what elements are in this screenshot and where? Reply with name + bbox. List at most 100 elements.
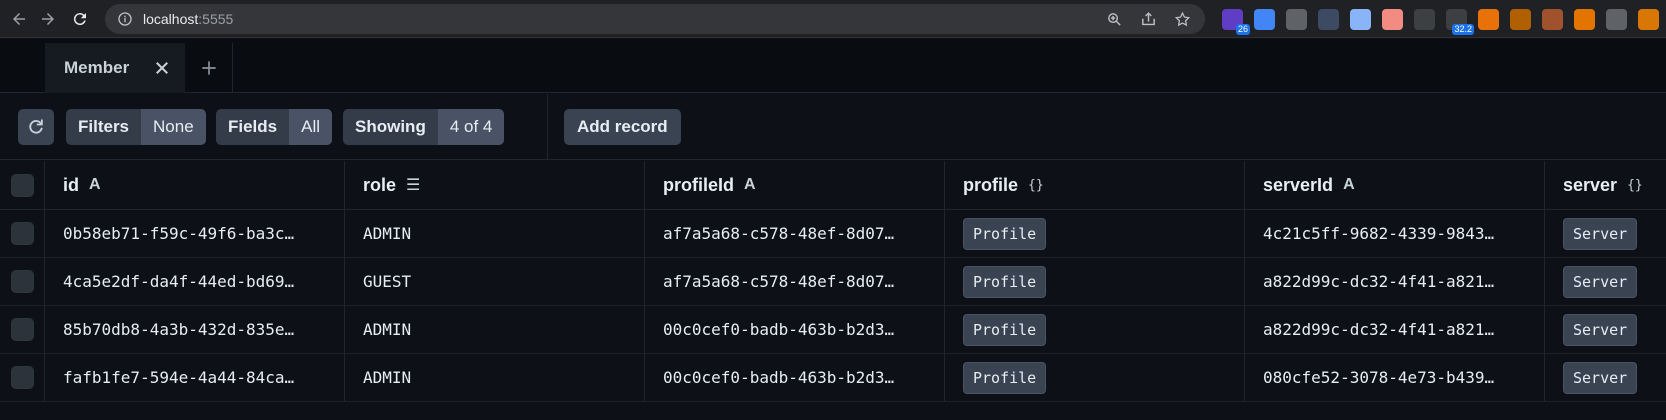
cell-value: GUEST — [363, 272, 412, 291]
showing-button[interactable]: Showing 4 of 4 — [343, 109, 505, 145]
tab-member[interactable]: Member — [45, 43, 185, 93]
cell-profile: Profile — [945, 306, 1245, 353]
column-header-profile[interactable]: profile {} — [945, 161, 1245, 209]
cell-id[interactable]: 4ca5e2df-da4f-44ed-bd69… — [45, 258, 345, 305]
select-all-checkbox[interactable] — [10, 173, 34, 197]
add-tab-button[interactable] — [185, 43, 233, 93]
column-name: id — [63, 174, 79, 195]
row-select-cell — [0, 354, 45, 401]
cell-serverid[interactable]: a822d99c-dc32-4f41-a821… — [1245, 258, 1545, 305]
select-all-cell — [0, 161, 45, 209]
server-relation-button[interactable]: Server — [1563, 265, 1638, 298]
speed-icon[interactable]: 32.2 — [1446, 9, 1474, 35]
profile-relation-button[interactable]: Profile — [963, 361, 1047, 394]
add-record-button[interactable]: Add record — [564, 109, 681, 145]
column-name: profile — [963, 174, 1019, 195]
table-row[interactable]: 4ca5e2df-da4f-44ed-bd69… GUEST af7a5a68-… — [0, 258, 1666, 306]
column-name: profileId — [663, 174, 734, 195]
url-text: localhost:5555 — [143, 11, 234, 27]
avatar-icon[interactable] — [1638, 9, 1659, 30]
server-relation-button[interactable]: Server — [1563, 313, 1638, 346]
capsule-icon[interactable] — [1382, 9, 1403, 30]
row-select-cell — [0, 258, 45, 305]
toolbar-divider — [547, 94, 548, 160]
bars-icon[interactable] — [1574, 9, 1595, 30]
cell-serverid[interactable]: a822d99c-dc32-4f41-a821… — [1245, 306, 1545, 353]
forward-arrow-icon[interactable] — [35, 6, 61, 32]
relation-type-icon: {} — [1028, 177, 1044, 193]
server-relation-button[interactable]: Server — [1563, 361, 1638, 394]
column-name: server — [1563, 174, 1618, 195]
google-translate-icon[interactable] — [1254, 9, 1275, 30]
extension-badge: 32.2 — [1452, 24, 1474, 35]
address-bar[interactable]: localhost:5555 — [105, 4, 1205, 34]
cell-serverid[interactable]: 4c21c5ff-9682-4339-9843… — [1245, 210, 1545, 257]
cell-id[interactable]: 0b58eb71-f59c-49f6-ba3c… — [45, 210, 345, 257]
cell-value: 00c0cef0-badb-463b-b2d3… — [663, 368, 895, 387]
target-icon[interactable] — [1286, 9, 1307, 30]
column-header-server[interactable]: server {} — [1545, 161, 1666, 209]
fields-value: All — [289, 109, 333, 145]
row-checkbox[interactable] — [10, 366, 34, 389]
header-row: id A role ☰ profileId A profile {} serve… — [0, 161, 1666, 210]
cell-role[interactable]: GUEST — [345, 258, 645, 305]
reload-icon[interactable] — [67, 6, 93, 32]
row-checkbox[interactable] — [10, 222, 34, 245]
refresh-button[interactable] — [18, 109, 54, 145]
cell-value: ADMIN — [363, 224, 412, 243]
row-checkbox[interactable] — [10, 318, 34, 341]
cell-profileid[interactable]: af7a5a68-c578-48ef-8d07… — [645, 210, 945, 257]
cell-value: 85b70db8-4a3b-432d-835e… — [63, 320, 295, 339]
cell-profileid[interactable]: af7a5a68-c578-48ef-8d07… — [645, 258, 945, 305]
graduation-cap-icon[interactable]: 26 — [1222, 9, 1250, 35]
back-arrow-icon[interactable] — [6, 6, 32, 32]
filters-button[interactable]: Filters None — [66, 109, 206, 145]
string-type-icon: A — [89, 176, 101, 193]
toolbar: Filters None Fields All Showing 4 of 4 A… — [0, 94, 1666, 160]
cell-id[interactable]: 85b70db8-4a3b-432d-835e… — [45, 306, 345, 353]
fox-icon[interactable] — [1478, 9, 1499, 30]
server-relation-button[interactable]: Server — [1563, 217, 1638, 250]
showing-value: 4 of 4 — [437, 109, 505, 145]
filters-value: None — [141, 109, 206, 145]
column-header-serverid[interactable]: serverId A — [1245, 161, 1545, 209]
table-row[interactable]: 0b58eb71-f59c-49f6-ba3c… ADMIN af7a5a68-… — [0, 210, 1666, 258]
table-row[interactable]: 85b70db8-4a3b-432d-835e… ADMIN 00c0cef0-… — [0, 306, 1666, 354]
site-info-icon[interactable] — [117, 11, 133, 27]
cell-server: Server — [1545, 258, 1666, 305]
column-header-profileid[interactable]: profileId A — [645, 161, 945, 209]
profile-relation-button[interactable]: Profile — [963, 265, 1047, 298]
profile-relation-button[interactable]: Profile — [963, 217, 1047, 250]
fields-button[interactable]: Fields All — [216, 109, 333, 145]
cell-profileid[interactable]: 00c0cef0-badb-463b-b2d3… — [645, 354, 945, 401]
column-name: role — [363, 174, 397, 195]
cookie-icon[interactable] — [1510, 9, 1531, 30]
bookmark-star-icon[interactable] — [1173, 10, 1191, 28]
circle-a-icon[interactable] — [1318, 9, 1339, 30]
cell-id[interactable]: fafb1fe7-594e-4a44-84ca… — [45, 354, 345, 401]
tab-label: Member — [64, 58, 130, 77]
table-row[interactable]: fafb1fe7-594e-4a44-84ca… ADMIN 00c0cef0-… — [0, 354, 1666, 402]
cell-serverid[interactable]: 080cfe52-3078-4e73-b439… — [1245, 354, 1545, 401]
share-icon[interactable] — [1139, 10, 1157, 28]
cell-profileid[interactable]: 00c0cef0-badb-463b-b2d3… — [645, 306, 945, 353]
cell-role[interactable]: ADMIN — [345, 210, 645, 257]
row-select-cell — [0, 306, 45, 353]
filters-label: Filters — [66, 109, 142, 145]
cell-value: 4c21c5ff-9682-4339-9843… — [1263, 224, 1495, 243]
extensions-bar: 26 32.2 — [1222, 9, 1659, 35]
zoom-icon[interactable] — [1105, 10, 1123, 28]
close-icon[interactable] — [151, 57, 173, 79]
browser-chrome: localhost:5555 26 32.2 — [0, 0, 1666, 38]
magnifier-icon[interactable] — [1350, 9, 1371, 30]
row-checkbox[interactable] — [10, 270, 34, 293]
brackets-icon[interactable] — [1414, 9, 1435, 30]
gear-icon[interactable] — [1606, 9, 1627, 30]
refresh-icon — [29, 119, 43, 134]
cookie-face-icon[interactable] — [1542, 9, 1563, 30]
cell-role[interactable]: ADMIN — [345, 306, 645, 353]
cell-role[interactable]: ADMIN — [345, 354, 645, 401]
column-header-id[interactable]: id A — [45, 161, 345, 209]
profile-relation-button[interactable]: Profile — [963, 313, 1047, 346]
column-header-role[interactable]: role ☰ — [345, 161, 645, 209]
